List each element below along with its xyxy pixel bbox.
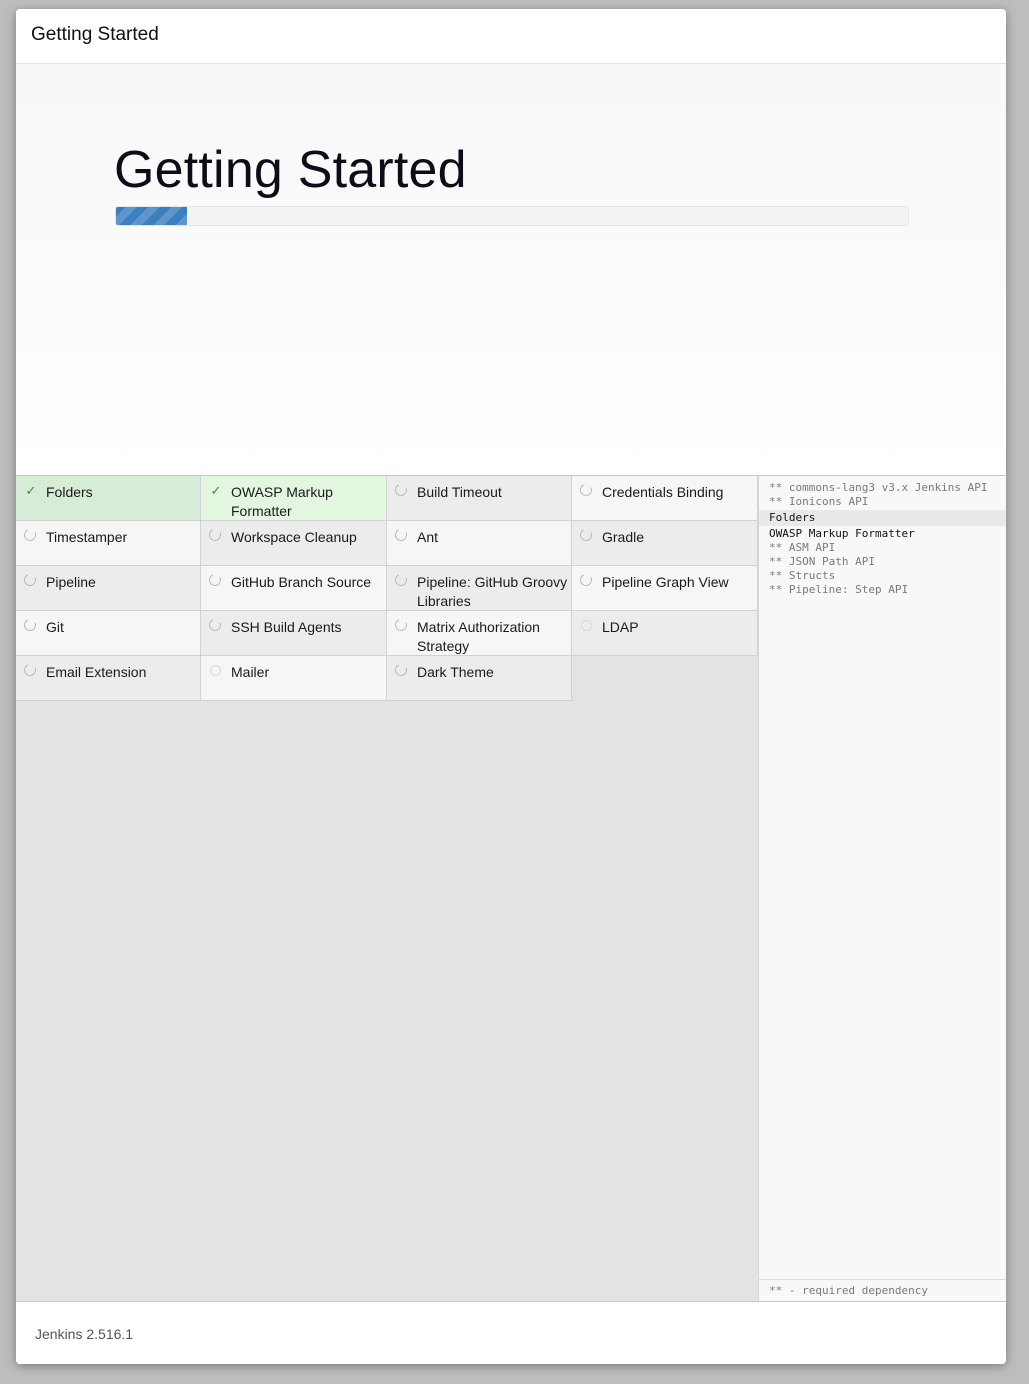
plugin-item: Pipeline: GitHub Groovy Libraries xyxy=(387,566,572,611)
refresh-icon xyxy=(207,527,223,543)
install-log-line: Folders xyxy=(759,510,1006,526)
refresh-icon xyxy=(393,662,409,678)
plugin-label: Pipeline xyxy=(46,574,96,590)
install-log-line: OWASP Markup Formatter xyxy=(769,527,915,540)
install-log-footer: ** - required dependency xyxy=(759,1279,1006,1301)
plugin-item: Git xyxy=(16,611,201,656)
plugin-item: Mailer xyxy=(201,656,387,701)
hero-panel: Getting Started xyxy=(16,64,1006,476)
plugin-label: SSH Build Agents xyxy=(231,619,342,635)
plugin-item: ✓ Folders xyxy=(16,476,201,521)
plugin-item: Matrix Authorization Strategy xyxy=(387,611,572,656)
install-progress-bar xyxy=(115,206,909,226)
plugin-item: ✓ OWASP Markup Formatter xyxy=(201,476,387,521)
plugin-label: Git xyxy=(46,619,64,635)
plugin-item: Email Extension xyxy=(16,656,201,701)
plugin-item: Ant xyxy=(387,521,572,566)
plugin-grid-area: ✓ Folders ✓ OWASP Markup Formatter Build Tim… xyxy=(16,476,758,1301)
install-log-line: ** Ionicons API xyxy=(769,495,869,508)
plugin-label: Pipeline Graph View xyxy=(602,574,729,590)
pending-circle-icon xyxy=(581,620,592,631)
dialog-title: Getting Started xyxy=(31,24,159,45)
page-title: Getting Started xyxy=(114,141,467,199)
refresh-icon xyxy=(578,572,594,588)
plugin-label: Timestamper xyxy=(46,529,128,545)
plugin-label: Workspace Cleanup xyxy=(231,529,357,545)
plugin-label: Matrix Authorization Strategy xyxy=(417,619,540,654)
refresh-icon xyxy=(393,482,409,498)
plugin-item: Dark Theme xyxy=(387,656,572,701)
dialog-footer: Jenkins 2.516.1 xyxy=(16,1301,1006,1364)
plugin-item: Credentials Binding xyxy=(572,476,758,521)
plugin-label: Mailer xyxy=(231,664,270,680)
plugin-label: Pipeline: GitHub Groovy Libraries xyxy=(417,574,568,609)
plugin-item: Pipeline Graph View xyxy=(572,566,758,611)
refresh-icon xyxy=(578,482,594,498)
plugin-item: LDAP xyxy=(572,611,758,656)
install-log-line: ** Structs xyxy=(769,569,836,582)
plugin-item: Pipeline xyxy=(16,566,201,611)
checkmark-icon: ✓ xyxy=(25,483,37,498)
plugin-label: Dark Theme xyxy=(417,664,494,680)
install-log-lines: ** commons-lang3 v3.x Jenkins API ** Ioni… xyxy=(759,476,1006,597)
install-log-line: ** JSON Path API xyxy=(769,555,875,568)
plugin-item: Build Timeout xyxy=(387,476,572,521)
plugin-item: Timestamper xyxy=(16,521,201,566)
refresh-icon xyxy=(22,527,38,543)
setup-wizard-dialog: Getting Started Getting Started ✓ Folders… xyxy=(16,9,1006,1364)
plugin-item: GitHub Branch Source xyxy=(201,566,387,611)
refresh-icon xyxy=(393,572,409,588)
plugin-label: GitHub Branch Source xyxy=(231,574,372,590)
refresh-icon xyxy=(22,662,38,678)
install-log-line: ** commons-lang3 v3.x Jenkins API xyxy=(769,481,988,494)
dialog-header: Getting Started xyxy=(16,9,1006,64)
refresh-icon xyxy=(393,527,409,543)
plugin-label: Credentials Binding xyxy=(602,484,724,500)
checkmark-icon: ✓ xyxy=(210,483,222,498)
plugin-label: OWASP Markup Formatter xyxy=(231,484,333,519)
refresh-icon xyxy=(207,572,223,588)
refresh-icon xyxy=(578,527,594,543)
refresh-icon xyxy=(207,617,223,633)
plugin-item: Gradle xyxy=(572,521,758,566)
jenkins-version: Jenkins 2.516.1 xyxy=(35,1326,134,1342)
plugin-label: Folders xyxy=(46,484,93,500)
install-progress-fill xyxy=(116,207,188,225)
refresh-icon xyxy=(393,617,409,633)
plugin-label: Email Extension xyxy=(46,664,147,680)
plugin-label: Gradle xyxy=(602,529,645,545)
install-log-line: ** Pipeline: Step API xyxy=(769,583,909,596)
plugin-item: Workspace Cleanup xyxy=(201,521,387,566)
pending-circle-icon xyxy=(210,665,221,676)
refresh-icon xyxy=(22,572,38,588)
install-log-panel: ** commons-lang3 v3.x Jenkins API ** Ioni… xyxy=(758,476,1006,1301)
plugin-item: SSH Build Agents xyxy=(201,611,387,656)
refresh-icon xyxy=(22,617,38,633)
plugin-label: LDAP xyxy=(602,619,639,635)
plugin-label: Build Timeout xyxy=(417,484,502,500)
install-log-line: ** ASM API xyxy=(769,541,836,554)
plugin-label: Ant xyxy=(417,529,439,545)
